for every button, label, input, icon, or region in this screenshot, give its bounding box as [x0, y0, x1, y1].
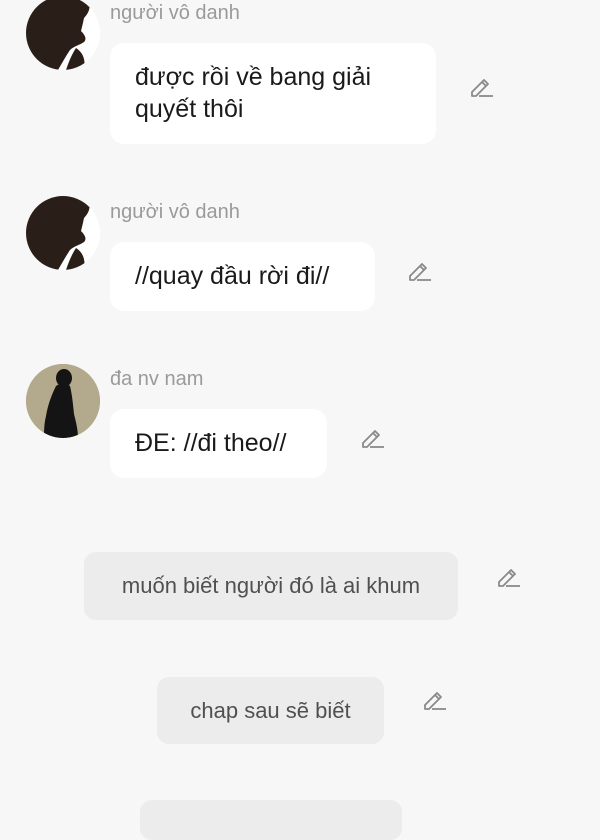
sender-name: người vô danh	[110, 201, 240, 223]
message-text: ĐE: //đi theo//	[135, 429, 287, 457]
silhouette-profile-icon	[26, 196, 100, 270]
pencil-edit-icon	[362, 430, 384, 448]
pencil-edit-icon	[498, 569, 520, 587]
edit-button[interactable]	[405, 256, 433, 284]
edit-button[interactable]	[420, 685, 448, 713]
edit-button[interactable]	[467, 72, 495, 100]
pencil-edit-icon	[409, 263, 431, 281]
narration-text: muốn biết người đó là ai khum	[121, 573, 421, 598]
avatar[interactable]	[26, 364, 100, 438]
avatar[interactable]	[26, 196, 100, 270]
edit-button[interactable]	[494, 562, 522, 590]
message-bubble[interactable]: ĐE: //đi theo//	[110, 409, 327, 478]
avatar[interactable]	[26, 0, 100, 70]
narration-text: chap sau sẽ biết	[190, 697, 351, 723]
standing-figure-icon	[26, 364, 100, 438]
edit-button[interactable]	[358, 423, 386, 451]
pencil-edit-icon	[471, 79, 493, 97]
message-text: //quay đầu rời đi//	[135, 262, 330, 290]
narration-bubble-partial[interactable]	[140, 800, 402, 840]
sender-name: người vô danh	[110, 2, 240, 24]
narration-bubble[interactable]: chap sau sẽ biết	[157, 677, 384, 744]
message-text: được rồi về bang giải quyết thôi	[135, 63, 372, 123]
pencil-edit-icon	[424, 692, 446, 710]
narration-bubble[interactable]: muốn biết người đó là ai khum	[84, 552, 458, 620]
silhouette-profile-icon	[26, 0, 100, 70]
message-bubble[interactable]: được rồi về bang giải quyết thôi	[110, 43, 436, 144]
message-bubble[interactable]: //quay đầu rời đi//	[110, 242, 375, 311]
sender-name: đa nv nam	[110, 368, 204, 390]
